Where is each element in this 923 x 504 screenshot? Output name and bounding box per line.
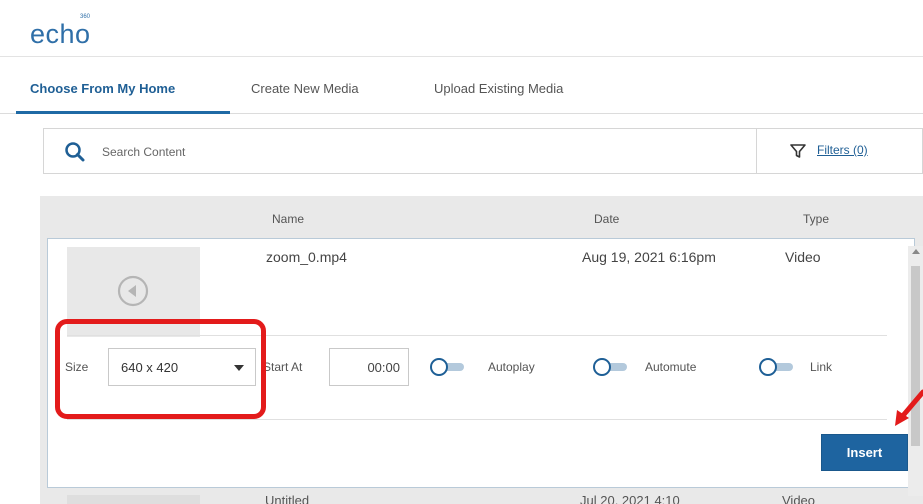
search-input[interactable] [102,141,602,163]
start-at-label: Start At [263,360,303,374]
size-highlight-annotation [55,319,266,419]
media-type: Video [785,249,821,265]
echo-logo: echo 360 [30,14,91,48]
play-icon [117,275,149,307]
tab-bar: Choose From My Home Create New Media Upl… [0,74,923,114]
insert-button[interactable]: Insert [821,434,908,471]
toggle-knob [759,358,777,376]
search-divider [756,129,757,173]
link-label: Link [810,360,833,374]
column-header-date[interactable]: Date [594,212,619,226]
autoplay-label: Autoplay [488,360,535,374]
tab-create-new-media[interactable]: Create New Media [251,81,359,96]
arrow-annotation-icon [895,389,923,426]
logo-mark: 360 [80,14,91,20]
column-header-type[interactable]: Type [803,212,829,226]
actions-divider [67,419,887,420]
tab-choose-from-my-home[interactable]: Choose From My Home [30,81,175,96]
toggle-knob [430,358,448,376]
media-thumbnail [67,495,200,504]
start-at-input[interactable] [329,348,409,386]
media-name: Untitled [265,493,310,504]
scroll-up-icon[interactable] [912,249,920,254]
column-header-name[interactable]: Name [272,212,304,226]
active-tab-indicator [16,111,230,114]
list-item[interactable]: Untitled Jul 20, 2021 4:10 Video [40,492,923,504]
filter-icon[interactable] [790,143,806,159]
media-name: zoom_0.mp4 [266,249,347,265]
search-bar: Filters (0) [43,128,923,174]
filters-link[interactable]: Filters (0) [817,143,868,157]
search-icon[interactable] [64,141,86,163]
scrollbar[interactable] [908,246,923,496]
header-divider [0,56,923,57]
media-type: Video [782,493,816,504]
media-date: Jul 20, 2021 4:10 [580,493,680,504]
autoplay-toggle[interactable] [430,358,466,376]
logo-text: echo [30,19,91,49]
automute-toggle[interactable] [593,358,629,376]
toggle-knob [593,358,611,376]
tab-upload-existing-media[interactable]: Upload Existing Media [434,81,563,96]
media-date: Aug 19, 2021 6:16pm [582,249,716,265]
link-toggle[interactable] [759,358,795,376]
automute-label: Automute [645,360,697,374]
